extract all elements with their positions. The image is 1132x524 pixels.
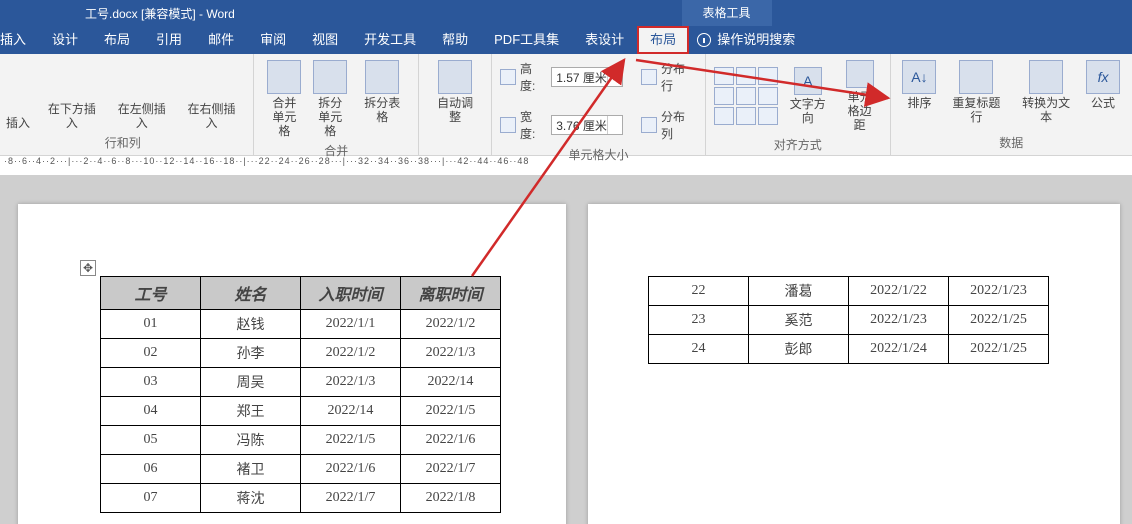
contextual-tab-label: 表格工具 bbox=[682, 0, 772, 26]
title-bar: 工号.docx [兼容模式] - Word 表格工具 bbox=[0, 0, 1132, 26]
tab-insert[interactable]: 插入 bbox=[0, 26, 39, 54]
group-merge: 合并 单元格 拆分 单元格 拆分表格 合并 bbox=[254, 54, 419, 155]
height-icon bbox=[500, 69, 516, 85]
group-alignment: A文字方向 单元 格边距 对齐方式 bbox=[706, 54, 891, 155]
table-row[interactable]: 07蒋沈2022/1/72022/1/8 bbox=[101, 484, 501, 513]
table-anchor-handle[interactable]: ✥ bbox=[80, 260, 96, 276]
table-row[interactable]: 04郑王2022/142022/1/5 bbox=[101, 397, 501, 426]
table-row[interactable]: 02孙李2022/1/22022/1/3 bbox=[101, 339, 501, 368]
table-row[interactable]: 23奚范2022/1/232022/1/25 bbox=[649, 306, 1049, 335]
btn-insert-right[interactable]: 在右侧插入 bbox=[178, 98, 246, 132]
cell-margins-icon bbox=[846, 60, 874, 88]
alignment-grid[interactable] bbox=[714, 67, 778, 125]
tab-table-design[interactable]: 表设计 bbox=[572, 26, 637, 54]
dist-cols-icon bbox=[641, 117, 657, 133]
tab-pdftools[interactable]: PDF工具集 bbox=[481, 26, 572, 54]
group-autofit: 自动调整 bbox=[419, 54, 492, 155]
btn-text-direction[interactable]: A文字方向 bbox=[780, 65, 836, 127]
repeat-header-icon bbox=[959, 60, 993, 94]
table-header[interactable]: 离职时间 bbox=[401, 277, 501, 310]
to-text-icon bbox=[1029, 60, 1063, 94]
sort-icon: A↓ bbox=[902, 60, 936, 94]
document-area: ✥ 工号姓名入职时间离职时间01赵钱2022/1/12022/1/202孙李20… bbox=[0, 176, 1132, 524]
group-cell-size: 高度: 1.57 厘米 宽度: 3.76 厘米 分布行 分布列 单元格大小 bbox=[492, 54, 706, 155]
width-row: 宽度: 3.76 厘米 bbox=[500, 108, 623, 142]
lightbulb-icon bbox=[697, 33, 711, 47]
table-header[interactable]: 工号 bbox=[101, 277, 201, 310]
group-label-data: 数据 bbox=[899, 132, 1124, 155]
tab-view[interactable]: 视图 bbox=[299, 26, 351, 54]
ribbon-tabs: 插入 设计 布局 引用 邮件 审阅 视图 开发工具 帮助 PDF工具集 表设计 … bbox=[0, 26, 1132, 54]
table-row[interactable]: 24彭郎2022/1/242022/1/25 bbox=[649, 335, 1049, 364]
tell-me-label: 操作说明搜索 bbox=[717, 26, 795, 54]
formula-icon: fx bbox=[1086, 60, 1120, 94]
btn-insert[interactable]: 插入 bbox=[0, 112, 36, 132]
btn-merge-cells[interactable]: 合并 单元格 bbox=[262, 58, 306, 140]
tab-mailings[interactable]: 邮件 bbox=[195, 26, 247, 54]
btn-distribute-cols[interactable]: 分布列 bbox=[661, 108, 697, 142]
btn-insert-left[interactable]: 在左侧插入 bbox=[108, 98, 176, 132]
btn-split-cells[interactable]: 拆分 单元格 bbox=[308, 58, 352, 140]
group-label-cell-size: 单元格大小 bbox=[500, 144, 697, 167]
autofit-icon bbox=[438, 60, 472, 94]
tab-design[interactable]: 设计 bbox=[39, 26, 91, 54]
width-icon bbox=[500, 117, 516, 133]
btn-repeat-header[interactable]: 重复标题行 bbox=[942, 58, 1010, 126]
height-input[interactable]: 1.57 厘米 bbox=[551, 67, 623, 87]
btn-distribute-rows[interactable]: 分布行 bbox=[661, 60, 697, 94]
table-row[interactable]: 22潘葛2022/1/222022/1/23 bbox=[649, 277, 1049, 306]
btn-autofit[interactable]: 自动调整 bbox=[427, 58, 483, 126]
btn-cell-margins[interactable]: 单元 格边距 bbox=[838, 58, 882, 134]
table-row[interactable]: 03周吴2022/1/32022/14 bbox=[101, 368, 501, 397]
table-row[interactable]: 05冯陈2022/1/52022/1/6 bbox=[101, 426, 501, 455]
tab-developer[interactable]: 开发工具 bbox=[351, 26, 429, 54]
ribbon: 插入 在下方插入 在左侧插入 在右侧插入 行和列 合并 单元格 拆分 单元格 拆… bbox=[0, 54, 1132, 156]
width-input[interactable]: 3.76 厘米 bbox=[551, 115, 623, 135]
split-cells-icon bbox=[313, 60, 347, 94]
width-label: 宽度: bbox=[520, 108, 547, 142]
height-label: 高度: bbox=[520, 60, 547, 94]
btn-convert-to-text[interactable]: 转换为文本 bbox=[1012, 58, 1080, 126]
table-header[interactable]: 姓名 bbox=[201, 277, 301, 310]
btn-split-table[interactable]: 拆分表格 bbox=[354, 58, 410, 126]
employee-table-continued[interactable]: 22潘葛2022/1/222022/1/2323奚范2022/1/232022/… bbox=[648, 276, 1049, 364]
table-header[interactable]: 入职时间 bbox=[301, 277, 401, 310]
tab-review[interactable]: 审阅 bbox=[247, 26, 299, 54]
dist-rows-icon bbox=[641, 69, 657, 85]
btn-formula[interactable]: fx公式 bbox=[1082, 58, 1124, 112]
group-label-alignment: 对齐方式 bbox=[714, 134, 882, 157]
group-rows-cols: 插入 在下方插入 在左侧插入 在右侧插入 行和列 bbox=[0, 54, 254, 155]
tell-me[interactable]: 操作说明搜索 bbox=[689, 26, 808, 54]
tab-layout[interactable]: 布局 bbox=[91, 26, 143, 54]
tab-help[interactable]: 帮助 bbox=[429, 26, 481, 54]
group-data: A↓排序 重复标题行 转换为文本 fx公式 数据 bbox=[891, 54, 1132, 155]
merge-cells-icon bbox=[267, 60, 301, 94]
height-row: 高度: 1.57 厘米 bbox=[500, 60, 623, 94]
employee-table[interactable]: 工号姓名入职时间离职时间01赵钱2022/1/12022/1/202孙李2022… bbox=[100, 276, 501, 513]
table-row[interactable]: 01赵钱2022/1/12022/1/2 bbox=[101, 310, 501, 339]
table-row[interactable]: 06褚卫2022/1/62022/1/7 bbox=[101, 455, 501, 484]
page-1[interactable]: ✥ 工号姓名入职时间离职时间01赵钱2022/1/12022/1/202孙李20… bbox=[18, 204, 566, 524]
text-direction-icon: A bbox=[794, 67, 822, 95]
btn-insert-below[interactable]: 在下方插入 bbox=[38, 98, 106, 132]
group-label-rows-cols: 行和列 bbox=[0, 132, 245, 155]
tab-table-layout[interactable]: 布局 bbox=[637, 26, 689, 54]
document-title: 工号.docx [兼容模式] - Word bbox=[0, 5, 446, 22]
btn-sort[interactable]: A↓排序 bbox=[899, 58, 941, 112]
page-2[interactable]: 22潘葛2022/1/222022/1/2323奚范2022/1/232022/… bbox=[588, 204, 1120, 524]
tab-references[interactable]: 引用 bbox=[143, 26, 195, 54]
split-table-icon bbox=[365, 60, 399, 94]
